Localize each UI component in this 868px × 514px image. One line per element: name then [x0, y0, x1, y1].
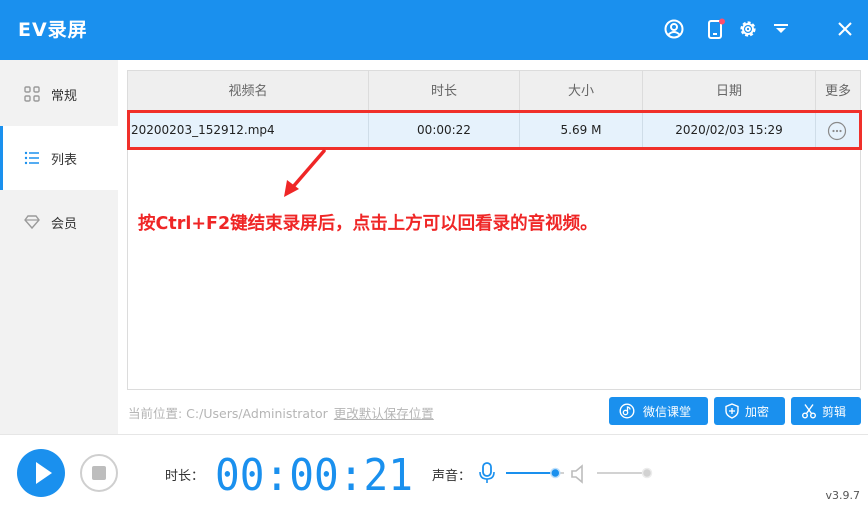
save-path-label: 当前位置: C:/Users/Administrator — [128, 406, 328, 421]
annotation-arrow — [284, 149, 326, 197]
dropdown-icon[interactable] — [769, 17, 793, 41]
app-title: EV录屏 — [18, 19, 88, 41]
sidebar-item-list[interactable]: 列表 — [0, 126, 118, 190]
speaker-volume-knob[interactable] — [641, 467, 653, 479]
gear-icon[interactable] — [736, 17, 760, 41]
annotation-text: 按Ctrl+F2键结束录屏后，点击上方可以回看录的音视频。 — [138, 214, 598, 234]
column-header-more: 更多 — [824, 84, 851, 99]
sidebar-item-label: 会员 — [51, 217, 78, 232]
sidebar-item-label: 列表 — [51, 153, 78, 168]
sidebar: 常规 列表 会员 — [0, 60, 118, 434]
diamond-icon — [24, 214, 40, 230]
duration-label: 时长： — [165, 469, 205, 484]
speaker-icon[interactable] — [570, 464, 588, 484]
sidebar-item-member[interactable]: 会员 — [0, 190, 118, 254]
play-button[interactable] — [17, 449, 65, 497]
microphone-icon[interactable] — [478, 462, 496, 484]
close-icon[interactable] — [833, 17, 857, 41]
mic-volume-slider[interactable] — [504, 466, 566, 480]
column-header-duration[interactable]: 时长 — [369, 71, 520, 112]
cut-label: 剪辑 — [822, 405, 847, 419]
grid-icon — [24, 86, 40, 102]
cut-button[interactable]: 剪辑 — [791, 397, 861, 425]
column-header-date[interactable]: 日期 — [643, 71, 816, 112]
phone-icon[interactable] — [704, 17, 728, 41]
encrypt-label: 加密 — [745, 405, 770, 419]
list-icon — [24, 150, 40, 166]
table-header: 视频名 时长 大小 日期 更多 — [128, 71, 860, 112]
save-path: 当前位置: C:/Users/Administrator 更改默认保存位置 — [128, 403, 434, 422]
timer-text: 00:00:21 — [215, 452, 413, 494]
wechat-class-label: 微信课堂 — [643, 405, 692, 419]
sidebar-item-label: 常规 — [51, 89, 78, 104]
encrypt-button[interactable]: 加密 — [714, 397, 785, 425]
mic-volume-knob[interactable] — [550, 467, 561, 479]
highlight-box — [127, 110, 862, 150]
column-header-name[interactable]: 视频名 — [128, 71, 369, 112]
wechat-icon — [619, 403, 635, 419]
sidebar-item-general[interactable]: 常规 — [0, 62, 118, 126]
wechat-class-button[interactable]: 微信课堂 — [609, 397, 708, 425]
timer-display: 00:00:21 — [215, 452, 413, 494]
column-header-size[interactable]: 大小 — [520, 71, 643, 112]
change-save-location-link[interactable]: 更改默认保存位置 — [334, 406, 434, 421]
scissors-icon — [801, 403, 817, 419]
sound-label: 声音： — [432, 469, 472, 484]
user-icon[interactable] — [662, 17, 686, 41]
speaker-volume-slider[interactable] — [595, 466, 655, 480]
version-label: v3.9.7 — [825, 489, 861, 502]
shield-icon — [724, 403, 740, 419]
stop-button[interactable] — [80, 454, 118, 492]
